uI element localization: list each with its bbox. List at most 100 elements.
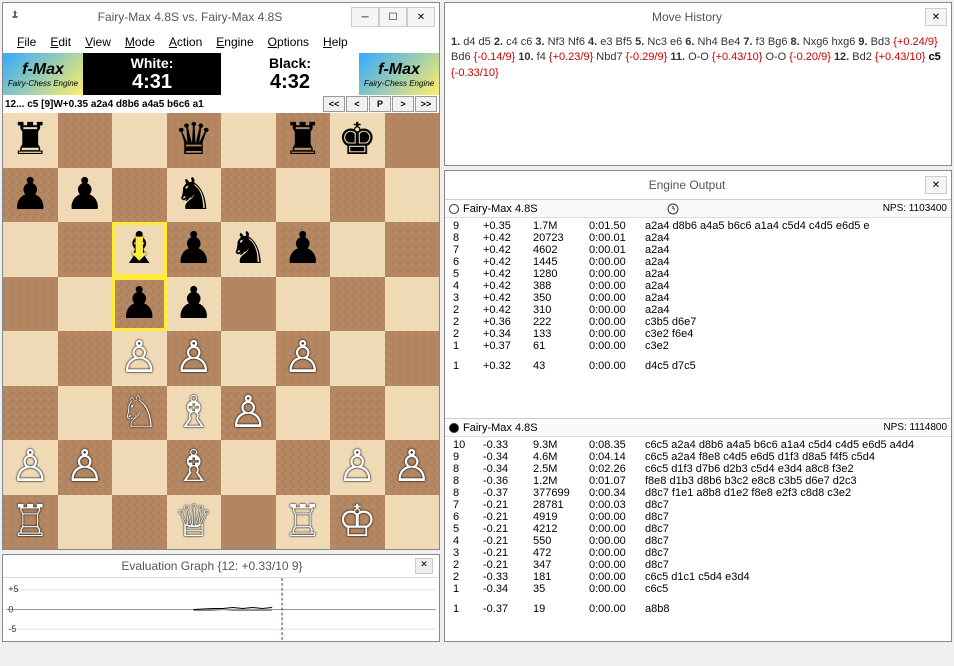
square-a8[interactable]: ♜ [3,113,58,168]
eval-close-button[interactable]: ✕ [415,558,433,574]
nav-btn-[interactable]: >> [415,96,437,112]
square-d4[interactable]: ♙ [167,331,222,386]
square-c7[interactable] [112,168,167,223]
square-a5[interactable] [3,277,58,332]
square-h7[interactable] [385,168,440,223]
square-c2[interactable] [112,440,167,495]
square-b4[interactable] [58,331,113,386]
menu-file[interactable]: File [11,33,42,51]
piece[interactable]: ♕ [174,500,213,544]
nav-btn-[interactable]: > [392,96,414,112]
close-button[interactable]: ✕ [407,7,435,27]
square-g3[interactable] [330,386,385,441]
square-e2[interactable] [221,440,276,495]
menu-help[interactable]: Help [317,33,354,51]
square-a1[interactable]: ♖ [3,495,58,550]
square-g7[interactable] [330,168,385,223]
square-e4[interactable] [221,331,276,386]
square-b5[interactable] [58,277,113,332]
square-a4[interactable] [3,331,58,386]
chess-board[interactable]: ♜♛♜♚♟♟♞♝⬇♟♞♟♟♟♙♙♙♘♗♙♙♙♗♙♙♖♕♖♔ [3,113,439,549]
nav-btn-p[interactable]: P [369,96,391,112]
piece[interactable]: ♞ [174,173,213,217]
minimize-button[interactable]: ─ [351,7,379,27]
square-e5[interactable] [221,277,276,332]
square-f7[interactable] [276,168,331,223]
square-e6[interactable]: ♞ [221,222,276,277]
square-c1[interactable] [112,495,167,550]
square-e1[interactable] [221,495,276,550]
nav-btn-[interactable]: < [346,96,368,112]
menu-options[interactable]: Options [262,33,315,51]
piece[interactable]: ♟ [174,282,213,326]
square-d3[interactable]: ♗ [167,386,222,441]
piece[interactable]: ♙ [338,445,377,489]
square-f6[interactable]: ♟ [276,222,331,277]
square-d7[interactable]: ♞ [167,168,222,223]
square-h8[interactable] [385,113,440,168]
menu-action[interactable]: Action [163,33,208,51]
square-b1[interactable] [58,495,113,550]
menu-engine[interactable]: Engine [210,33,259,51]
piece[interactable]: ♚ [338,118,377,162]
square-b2[interactable]: ♙ [58,440,113,495]
square-b7[interactable]: ♟ [58,168,113,223]
piece[interactable]: ♙ [11,445,50,489]
square-c8[interactable] [112,113,167,168]
engine1-output[interactable]: 9+0.351.7M0:01.50a2a4 d8b6 a4a5 b6c6 a1a… [445,218,951,418]
piece[interactable]: ♛ [174,118,213,162]
square-c6[interactable]: ♝⬇ [112,222,167,277]
square-a3[interactable] [3,386,58,441]
engine2-output[interactable]: 10-0.339.3M0:08.35c6c5 a2a4 d8b6 a4a5 b6… [445,437,951,637]
square-f1[interactable]: ♖ [276,495,331,550]
square-d1[interactable]: ♕ [167,495,222,550]
piece[interactable]: ♝ [120,227,159,271]
square-f3[interactable] [276,386,331,441]
piece[interactable]: ♙ [65,445,104,489]
square-b6[interactable] [58,222,113,277]
square-h6[interactable] [385,222,440,277]
history-close-button[interactable]: ✕ [925,8,947,26]
square-f2[interactable] [276,440,331,495]
square-h4[interactable] [385,331,440,386]
square-c3[interactable]: ♘ [112,386,167,441]
square-d2[interactable]: ♗ [167,440,222,495]
piece[interactable]: ♗ [174,391,213,435]
square-g8[interactable]: ♚ [330,113,385,168]
piece[interactable]: ♜ [283,118,322,162]
square-f4[interactable]: ♙ [276,331,331,386]
piece[interactable]: ♟ [174,227,213,271]
menu-view[interactable]: View [79,33,117,51]
piece[interactable]: ♙ [229,391,268,435]
eval-graph[interactable]: +5 0 -5 [3,577,439,641]
piece[interactable]: ♙ [174,336,213,380]
square-a2[interactable]: ♙ [3,440,58,495]
piece[interactable]: ♘ [120,391,159,435]
menu-mode[interactable]: Mode [119,33,161,51]
square-g6[interactable] [330,222,385,277]
maximize-button[interactable]: ☐ [379,7,407,27]
piece[interactable]: ♙ [120,336,159,380]
piece[interactable]: ♔ [338,500,377,544]
square-h3[interactable] [385,386,440,441]
square-h5[interactable] [385,277,440,332]
square-g5[interactable] [330,277,385,332]
piece[interactable]: ♙ [392,445,431,489]
square-d6[interactable]: ♟ [167,222,222,277]
square-d8[interactable]: ♛ [167,113,222,168]
square-g1[interactable]: ♔ [330,495,385,550]
piece[interactable]: ♟ [120,282,159,326]
square-h1[interactable] [385,495,440,550]
square-a6[interactable] [3,222,58,277]
piece[interactable]: ♗ [174,445,213,489]
square-g2[interactable]: ♙ [330,440,385,495]
piece[interactable]: ♜ [11,118,50,162]
piece[interactable]: ♟ [283,227,322,271]
piece[interactable]: ♖ [11,500,50,544]
menu-edit[interactable]: Edit [44,33,77,51]
piece[interactable]: ♟ [11,173,50,217]
square-b3[interactable] [58,386,113,441]
square-e8[interactable] [221,113,276,168]
square-f8[interactable]: ♜ [276,113,331,168]
square-b8[interactable] [58,113,113,168]
